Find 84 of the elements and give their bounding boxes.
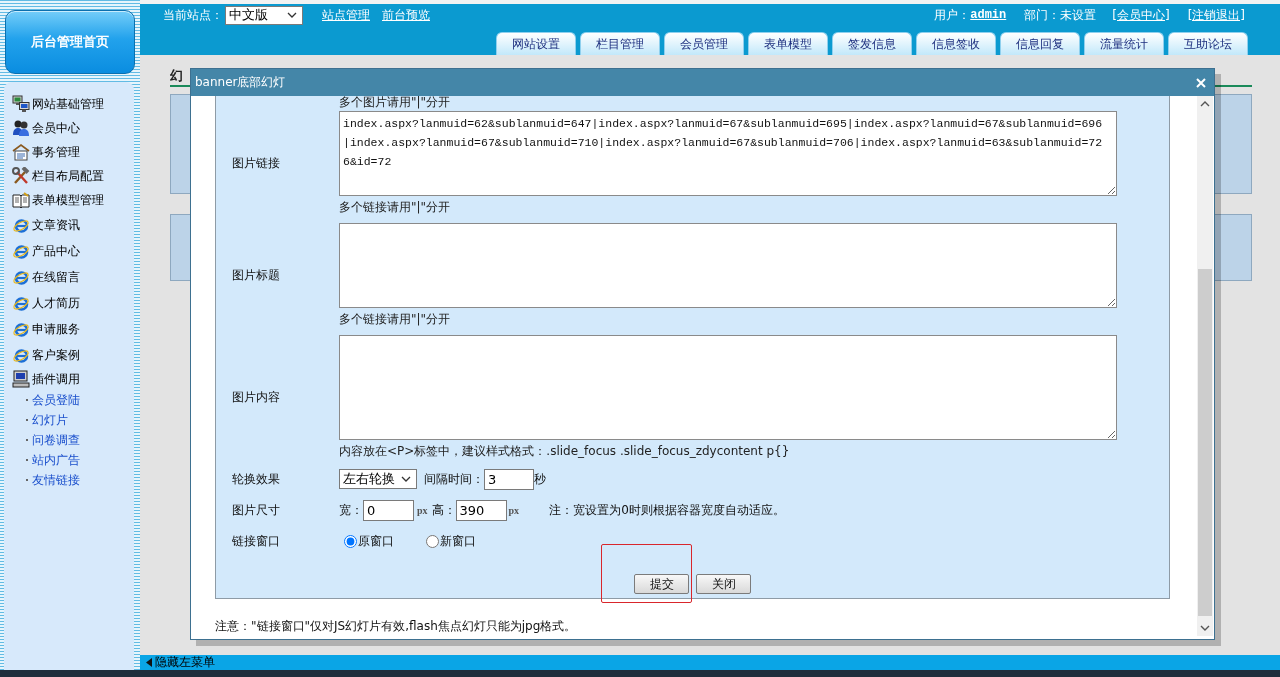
- field-label: 图片链接: [231, 154, 280, 172]
- scrollbar-thumb[interactable]: [1198, 269, 1212, 616]
- field-label: 链接窗口: [231, 532, 280, 550]
- chevron-down-icon: [401, 476, 411, 482]
- field-text: 间隔时间：: [424, 470, 484, 488]
- effect-select[interactable]: 左右轮换: [339, 469, 417, 489]
- field-label: 图片标题: [231, 266, 280, 284]
- chevron-down-icon: [287, 12, 297, 18]
- field-label: 图片内容: [231, 388, 280, 406]
- computers-icon: [12, 95, 30, 113]
- field-label: 轮换效果: [231, 470, 280, 488]
- note-text: 注：宽设置为0时则根据容器宽度自动适应。: [549, 501, 785, 519]
- note-text: 注意："链接窗口"仅对JS幻灯片有效,flash焦点幻灯只能为jpg格式。: [215, 618, 578, 634]
- radio-label: 新窗口: [440, 532, 476, 550]
- nav-tab[interactable]: 会员管理: [664, 32, 744, 55]
- hint-text: 内容放在<P>标签中，建议样式格式：.slide_focus .slide_focus_zdycontent p{}: [339, 443, 790, 459]
- sidebar-subitem[interactable]: 站内广告: [4, 450, 134, 470]
- hint-text: 多个链接请用"|"分开: [339, 199, 451, 215]
- text-area-field[interactable]: [339, 223, 1117, 308]
- sidebar-subitem[interactable]: 问卷调查: [4, 430, 134, 450]
- dialog-button[interactable]: 关闭: [696, 574, 751, 594]
- chevron-up-icon[interactable]: [1200, 101, 1210, 107]
- sidebar-subitem[interactable]: 友情链接: [4, 470, 134, 490]
- dialog-button[interactable]: 提交: [634, 574, 689, 594]
- orbit-ring-icon: [12, 242, 30, 260]
- orbit-ring-icon: [12, 320, 30, 338]
- site-label: 当前站点：: [163, 6, 223, 24]
- field-text: 宽：: [339, 501, 363, 519]
- scrollbar[interactable]: [1197, 96, 1213, 636]
- field-label: 图片尺寸: [231, 501, 280, 519]
- orbit-ring-icon: [12, 294, 30, 312]
- nav-tab[interactable]: 签发信息: [832, 32, 912, 55]
- chevron-down-icon[interactable]: [1200, 625, 1210, 631]
- sidebar-item[interactable]: 申请服务: [4, 316, 134, 342]
- sidebar-item[interactable]: 文章资讯: [4, 212, 134, 238]
- sidebar-item[interactable]: 客户案例: [4, 342, 134, 368]
- field-text: 高：: [431, 501, 456, 519]
- sidebar-item[interactable]: 事务管理: [4, 140, 134, 164]
- radio-label: 原窗口: [358, 532, 394, 550]
- caret-left-icon: [146, 658, 152, 667]
- nav-tab[interactable]: 栏目管理: [580, 32, 660, 55]
- sidebar-item[interactable]: 产品中心: [4, 238, 134, 264]
- sidebar-item[interactable]: 人才简历: [4, 290, 134, 316]
- book-icon: [12, 191, 30, 209]
- sidebar-subitem[interactable]: 幻灯片: [4, 410, 134, 430]
- sidebar-item[interactable]: 在线留言: [4, 264, 134, 290]
- nav-tab[interactable]: 表单模型: [748, 32, 828, 55]
- section-title: 幻: [170, 67, 183, 85]
- sidebar-item[interactable]: 会员中心: [4, 116, 134, 140]
- nav-tab[interactable]: 互助论坛: [1168, 32, 1248, 55]
- computer-icon: [12, 370, 30, 388]
- width-field[interactable]: 0: [363, 499, 414, 521]
- hint-text: 多个图片请用"|"分开: [339, 96, 451, 108]
- dialog-title: banner底部幻灯: [195, 74, 286, 91]
- house-icon: [12, 143, 30, 161]
- user-label: 用户：: [934, 6, 971, 24]
- site-select[interactable]: 中文版: [225, 5, 303, 25]
- orbit-ring-icon: [12, 216, 30, 234]
- text-area-field[interactable]: index.aspx?lanmuid=62&sublanmuid=647|index.aspx?lanmuid=67&sublanmuid=695|index.aspx?lanmuid=67&sublanmuid=696|index.aspx?lanmuid=67&sublanmuid=710|index.aspx?lanmuid=67&sublanmuid=706|index.aspx?lanmuid=63&sublanmuid=726&id=72: [339, 111, 1117, 196]
- sidebar-item[interactable]: 网站基础管理: [4, 92, 134, 116]
- orbit-ring-icon: [12, 268, 30, 286]
- hide-menu-toggle[interactable]: 隐藏左菜单: [146, 654, 215, 671]
- radio-button[interactable]: [426, 534, 439, 548]
- field-text: 秒: [534, 470, 546, 488]
- height-field[interactable]: 390: [455, 499, 507, 521]
- department-text: 部门：未设置: [1024, 6, 1097, 24]
- nav-tab[interactable]: 信息签收: [916, 32, 996, 55]
- sidebar-item[interactable]: 栏目布局配置: [4, 164, 134, 188]
- unit-text: px: [417, 504, 428, 516]
- sidebar-subitem[interactable]: 会员登陆: [4, 390, 134, 410]
- hint-text: 多个链接请用"|"分开: [339, 311, 451, 327]
- tools-icon: [12, 167, 30, 185]
- radio-button[interactable]: [344, 534, 357, 548]
- sidebar-item[interactable]: 表单模型管理: [4, 188, 134, 212]
- sidebar-item[interactable]: 插件调用: [4, 368, 134, 390]
- nav-tab[interactable]: 流量统计: [1084, 32, 1164, 55]
- nav-tab[interactable]: 信息回复: [1000, 32, 1080, 55]
- nav-tab[interactable]: 网站设置: [496, 32, 576, 55]
- orbit-ring-icon: [12, 346, 30, 364]
- people-icon: [12, 119, 30, 137]
- unit-text: px: [508, 504, 520, 516]
- close-icon[interactable]: [1196, 77, 1206, 88]
- text-area-field[interactable]: [339, 335, 1117, 440]
- interval-field[interactable]: 3: [484, 468, 534, 490]
